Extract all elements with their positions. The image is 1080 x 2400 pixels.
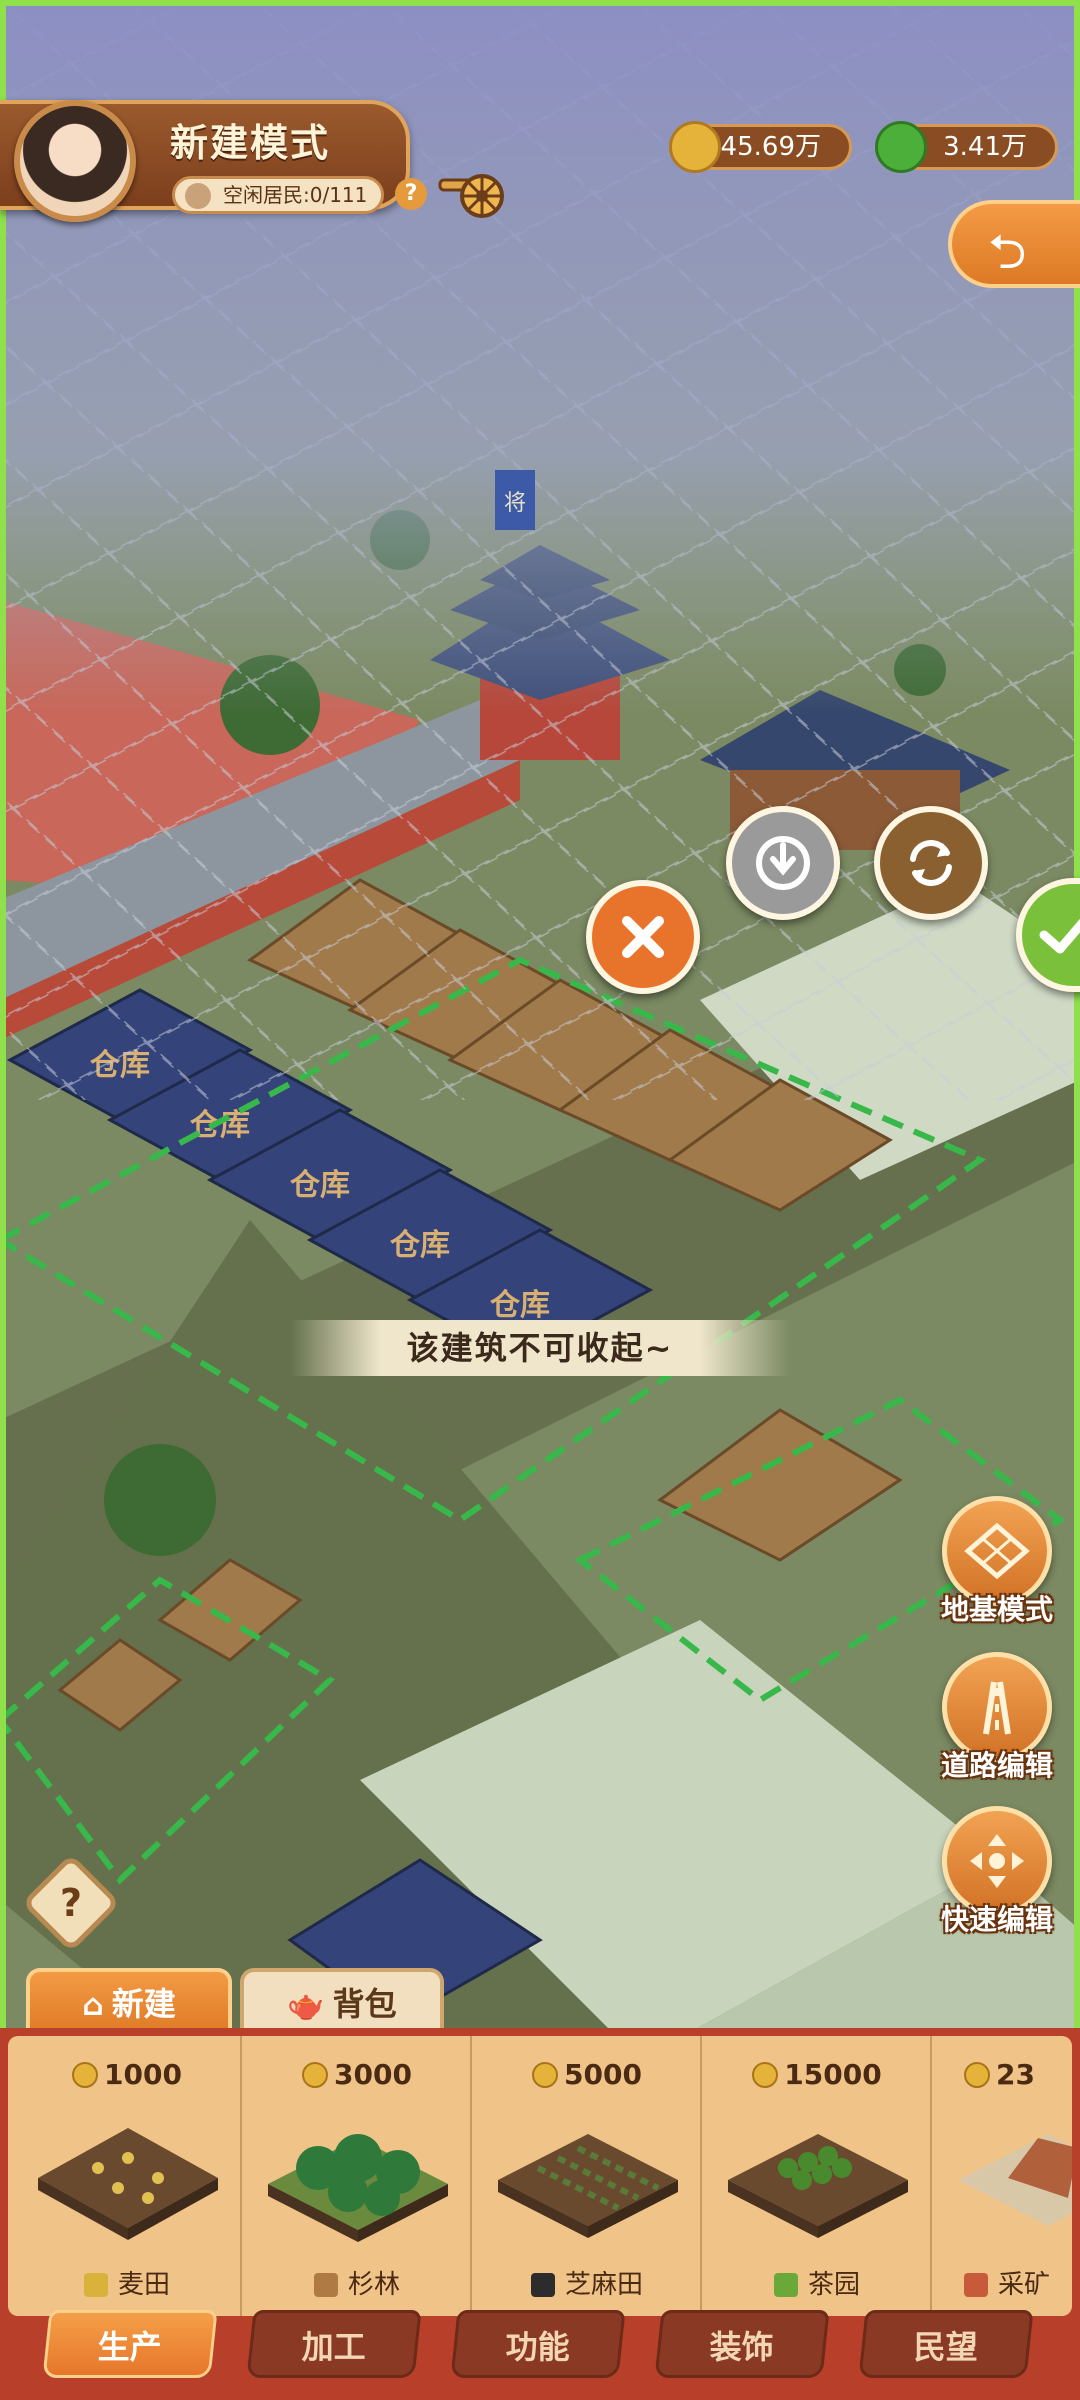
build-item-tea-garden[interactable]: 15000 茶园 (704, 2036, 932, 2316)
item-name: 采矿 (998, 2270, 1051, 2300)
category-production[interactable]: 生产 (42, 2310, 218, 2378)
residents-help-button[interactable]: ? (395, 178, 427, 210)
rotate-icon (910, 840, 952, 886)
house-icon: ⌂ (82, 1988, 104, 2023)
teapot-icon: 🫖 (287, 1988, 325, 2023)
tab-new-build[interactable]: ⌂ 新建 (26, 1968, 232, 2032)
idle-residents-text: 空闲居民:0/111 (223, 183, 368, 207)
sesame-field-icon (498, 2134, 678, 2238)
road-edit-button[interactable]: 道路编辑 (932, 1652, 1062, 1784)
move-arrows-icon (970, 1834, 1024, 1888)
build-item-fir-forest[interactable]: 3000 杉林 (244, 2036, 472, 2316)
rotate-building-button[interactable] (874, 806, 988, 920)
item-name: 茶园 (807, 2270, 860, 2300)
item-price: 3000 (334, 2058, 412, 2091)
category-function[interactable]: 功能 (450, 2310, 626, 2378)
gold-coin-icon (752, 2062, 779, 2088)
wheat-field-icon (38, 2128, 218, 2240)
item-name: 麦田 (117, 2270, 170, 2300)
jade-currency[interactable]: 3.41万 (875, 121, 1058, 173)
player-avatar[interactable] (14, 100, 136, 222)
jade-token-icon (875, 121, 927, 173)
gold-coin-icon (302, 2062, 329, 2088)
toast-message: 该建筑不可收起~ (290, 1320, 790, 1376)
cancel-placement-button[interactable] (586, 880, 700, 994)
item-name: 杉林 (347, 2270, 400, 2300)
foundation-mode-button[interactable]: 地基模式 (932, 1496, 1062, 1628)
quick-edit-label: 快速编辑 (940, 1903, 1053, 1936)
gold-coin-icon (964, 2062, 990, 2088)
wheat-resource-icon (83, 2273, 108, 2297)
checkmark-icon (1039, 918, 1080, 954)
wood-resource-icon (313, 2273, 338, 2297)
tea-garden-icon (728, 2134, 908, 2238)
tea-resource-icon (773, 2273, 798, 2297)
copper-amount: 145.69万 (704, 132, 821, 162)
close-icon (622, 916, 664, 958)
foundation-mode-label: 地基模式 (940, 1593, 1053, 1626)
build-item-sesame-field[interactable]: 5000 芝麻田 (474, 2036, 702, 2316)
back-button[interactable]: ⮌ (948, 200, 1080, 288)
resident-icon (185, 183, 211, 209)
build-item-wheat-field[interactable]: 1000 麦田 (14, 2036, 242, 2316)
item-price: 23 (996, 2058, 1035, 2091)
cart-icon[interactable] (436, 162, 510, 224)
ore-resource-icon (964, 2273, 988, 2297)
tab-backpack-label: 背包 (332, 1985, 397, 2023)
build-item-list[interactable]: 1000 麦田 3000 杉林 5000 芝麻田 15000 茶园 23 采矿 (8, 2036, 1072, 2316)
store-building-button[interactable] (726, 806, 840, 920)
back-arrow-icon: ⮌ (988, 224, 1027, 280)
category-decoration[interactable]: 装饰 (654, 2310, 830, 2378)
tab-new-build-label: 新建 (111, 1985, 176, 2023)
item-price: 15000 (784, 2058, 882, 2091)
idle-residents-badge: 空闲居民:0/111 (172, 176, 385, 214)
sesame-resource-icon (530, 2273, 555, 2297)
road-icon (983, 1681, 1011, 1735)
copper-currency[interactable]: 145.69万 (669, 121, 852, 173)
gold-coin-icon (532, 2062, 559, 2088)
jade-amount: 3.41万 (943, 132, 1027, 162)
item-price: 1000 (104, 2058, 182, 2091)
mode-title: 新建模式 (170, 121, 331, 165)
quarry-icon (958, 2134, 1072, 2226)
tab-backpack[interactable]: 🫖 背包 (240, 1968, 444, 2032)
banner-glyph: 将 (504, 491, 526, 516)
help-question-icon: ? (59, 1881, 83, 1925)
store-down-icon (756, 836, 810, 890)
item-price: 5000 (564, 2058, 642, 2091)
fir-forest-icon (268, 2134, 448, 2242)
item-name: 芝麻田 (564, 2270, 643, 2300)
road-edit-label: 道路编辑 (940, 1749, 1053, 1782)
quick-edit-button[interactable]: 快速编辑 (932, 1806, 1062, 1938)
category-reputation[interactable]: 民望 (858, 2310, 1034, 2378)
category-processing[interactable]: 加工 (246, 2310, 422, 2378)
build-item-quarry[interactable]: 23 采矿 (934, 2036, 1072, 2316)
foundation-grid-icon (964, 1522, 1030, 1580)
copper-coin-icon (669, 121, 721, 173)
gold-coin-icon (72, 2062, 99, 2088)
